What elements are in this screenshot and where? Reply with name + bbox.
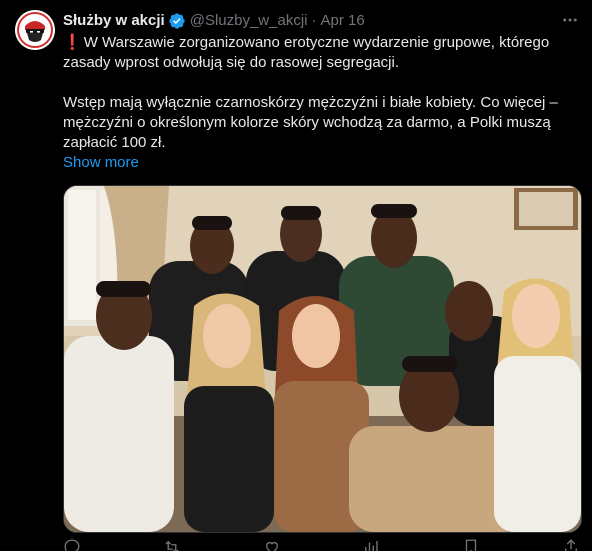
avatar[interactable]: [15, 10, 55, 50]
reply-button[interactable]: [63, 538, 81, 551]
tweet-paragraph-1: ❗ W Warszawie zorganizowano erotyczne wyd…: [63, 33, 583, 73]
verified-badge-icon[interactable]: [168, 12, 186, 30]
tweet-date[interactable]: Apr 16: [321, 11, 365, 31]
reply-icon: [64, 539, 80, 551]
bookmark-button[interactable]: [462, 538, 480, 551]
person: [494, 278, 581, 532]
like-button[interactable]: [263, 538, 281, 551]
bookmark-icon: [466, 539, 477, 551]
tweet-text: ❗ W Warszawie zorganizowano erotyczne wyd…: [63, 33, 583, 153]
retweet-button[interactable]: [163, 538, 181, 551]
exclamation-icon: ❗: [63, 34, 82, 51]
show-more-link[interactable]: Show more: [63, 153, 139, 173]
group-photo: [64, 186, 581, 532]
share-icon: [565, 539, 577, 551]
tweet: Służby w akcji @Sluzby_w_akcji · Apr 16 …: [0, 0, 592, 551]
tweet-paragraph-2: Wstęp mają wyłącznie czarnoskórzy mężczy…: [63, 94, 558, 151]
share-button[interactable]: [562, 538, 580, 551]
action-bar: [63, 538, 580, 551]
avatar-logo-icon: [15, 10, 55, 50]
person: [184, 293, 274, 532]
like-icon: [265, 541, 278, 551]
views-button[interactable]: [362, 538, 380, 551]
author-name[interactable]: Służby w akcji: [63, 11, 165, 31]
more-dots-icon: [563, 18, 577, 22]
tweet-photo[interactable]: [63, 185, 582, 533]
tweet-header: Służby w akcji @Sluzby_w_akcji · Apr 16: [63, 11, 365, 31]
author-handle[interactable]: @Sluzby_w_akcji: [190, 11, 308, 31]
retweet-icon: [165, 540, 179, 551]
views-icon: [365, 541, 379, 551]
separator-dot: ·: [311, 12, 317, 29]
tweet-paragraph-1-text: W Warszawie zorganizowano erotyczne wyda…: [63, 34, 550, 71]
more-options-button[interactable]: [558, 10, 582, 30]
